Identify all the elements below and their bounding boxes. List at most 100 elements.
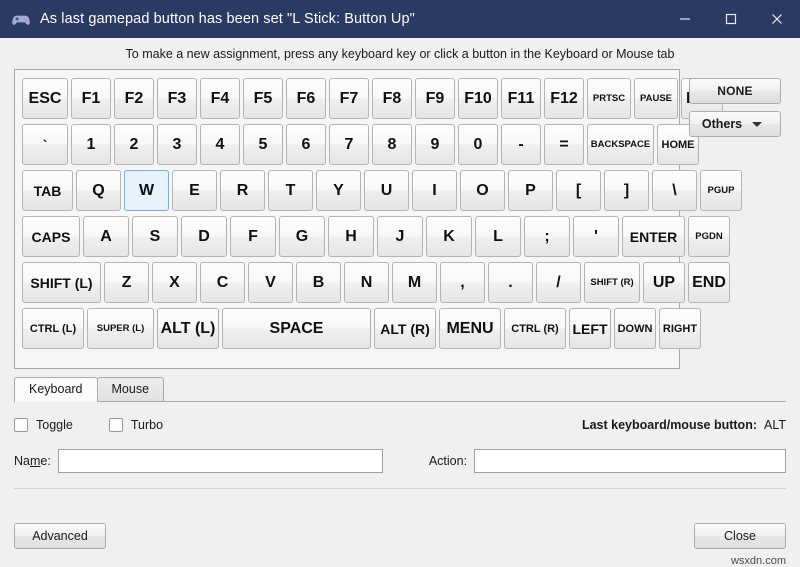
- key-c[interactable]: C: [200, 262, 245, 303]
- key-g[interactable]: G: [279, 216, 325, 257]
- key-alt-r[interactable]: ALT (R): [374, 308, 436, 349]
- key-f7[interactable]: F7: [329, 78, 369, 119]
- others-dropdown[interactable]: Others: [689, 111, 781, 137]
- key-[interactable]: .: [488, 262, 533, 303]
- key-enter[interactable]: ENTER: [622, 216, 685, 257]
- close-dialog-button[interactable]: Close: [694, 523, 786, 549]
- key-6[interactable]: 6: [286, 124, 326, 165]
- key-h[interactable]: H: [328, 216, 374, 257]
- key-s[interactable]: S: [132, 216, 178, 257]
- key-[interactable]: ,: [440, 262, 485, 303]
- key-u[interactable]: U: [364, 170, 409, 211]
- key-alt-l[interactable]: ALT (L): [157, 308, 219, 349]
- key-r[interactable]: R: [220, 170, 265, 211]
- advanced-button[interactable]: Advanced: [14, 523, 106, 549]
- key-f10[interactable]: F10: [458, 78, 498, 119]
- key-f1[interactable]: F1: [71, 78, 111, 119]
- key-b[interactable]: B: [296, 262, 341, 303]
- key-[interactable]: /: [536, 262, 581, 303]
- key-pgdn[interactable]: PGDN: [688, 216, 730, 257]
- key-caps[interactable]: CAPS: [22, 216, 80, 257]
- key-[interactable]: -: [501, 124, 541, 165]
- key-backspace[interactable]: BACKSPACE: [587, 124, 654, 165]
- key-m[interactable]: M: [392, 262, 437, 303]
- key-t[interactable]: T: [268, 170, 313, 211]
- key-f4[interactable]: F4: [200, 78, 240, 119]
- key-w[interactable]: W: [124, 170, 169, 211]
- key-f3[interactable]: F3: [157, 78, 197, 119]
- action-input[interactable]: [474, 449, 786, 473]
- toggle-checkbox-group[interactable]: Toggle: [14, 418, 73, 432]
- key-menu[interactable]: MENU: [439, 308, 501, 349]
- key-0[interactable]: 0: [458, 124, 498, 165]
- key-f[interactable]: F: [230, 216, 276, 257]
- key-f6[interactable]: F6: [286, 78, 326, 119]
- turbo-checkbox[interactable]: [108, 418, 123, 432]
- tab-keyboard[interactable]: Keyboard: [14, 377, 98, 402]
- key-o[interactable]: O: [460, 170, 505, 211]
- key-up[interactable]: UP: [643, 262, 685, 303]
- minimize-button[interactable]: [662, 0, 708, 38]
- key-l[interactable]: L: [475, 216, 521, 257]
- key-space[interactable]: SPACE: [222, 308, 371, 349]
- maximize-button[interactable]: [708, 0, 754, 38]
- key-8[interactable]: 8: [372, 124, 412, 165]
- key-[interactable]: ': [573, 216, 619, 257]
- key-f12[interactable]: F12: [544, 78, 584, 119]
- key-f8[interactable]: F8: [372, 78, 412, 119]
- key-f2[interactable]: F2: [114, 78, 154, 119]
- key-tab[interactable]: TAB: [22, 170, 73, 211]
- key-2[interactable]: 2: [114, 124, 154, 165]
- key-shift-r[interactable]: SHIFT (R): [584, 262, 640, 303]
- key-[interactable]: ;: [524, 216, 570, 257]
- key-pgup[interactable]: PGUP: [700, 170, 742, 211]
- key-3[interactable]: 3: [157, 124, 197, 165]
- key-super-l[interactable]: SUPER (L): [87, 308, 154, 349]
- key-shift-l[interactable]: SHIFT (L): [22, 262, 101, 303]
- key-ctrl-l[interactable]: CTRL (L): [22, 308, 84, 349]
- key-end[interactable]: END: [688, 262, 730, 303]
- key-f9[interactable]: F9: [415, 78, 455, 119]
- key-k[interactable]: K: [426, 216, 472, 257]
- key-7[interactable]: 7: [329, 124, 369, 165]
- tab-mouse[interactable]: Mouse: [96, 377, 165, 401]
- key-q[interactable]: Q: [76, 170, 121, 211]
- key-p[interactable]: P: [508, 170, 553, 211]
- key-d[interactable]: D: [181, 216, 227, 257]
- key-[interactable]: \: [652, 170, 697, 211]
- key-j[interactable]: J: [377, 216, 423, 257]
- key-[interactable]: =: [544, 124, 584, 165]
- key-[interactable]: [: [556, 170, 601, 211]
- key-[interactable]: ]: [604, 170, 649, 211]
- key-5[interactable]: 5: [243, 124, 283, 165]
- key-f5[interactable]: F5: [243, 78, 283, 119]
- key-down[interactable]: DOWN: [614, 308, 656, 349]
- key-pause[interactable]: PAUSE: [634, 78, 678, 119]
- key-right[interactable]: RIGHT: [659, 308, 701, 349]
- key-f11[interactable]: F11: [501, 78, 541, 119]
- key-[interactable]: `: [22, 124, 68, 165]
- key-prtsc[interactable]: PRTSC: [587, 78, 631, 119]
- none-button[interactable]: NONE: [689, 78, 781, 104]
- key-ctrl-r[interactable]: CTRL (R): [504, 308, 566, 349]
- key-1[interactable]: 1: [71, 124, 111, 165]
- key-y[interactable]: Y: [316, 170, 361, 211]
- key-n[interactable]: N: [344, 262, 389, 303]
- action-label: Action:: [428, 454, 468, 468]
- virtual-keyboard[interactable]: ESC F1 F2 F3 F4 F5 F6 F7 F8 F9 F10 F11 F12 PRTSC PAUSE…: [14, 69, 742, 369]
- key-z[interactable]: Z: [104, 262, 149, 303]
- key-e[interactable]: E: [172, 170, 217, 211]
- name-input[interactable]: [57, 449, 383, 473]
- turbo-checkbox-group[interactable]: Turbo: [108, 418, 164, 432]
- turbo-label: Turbo: [130, 418, 164, 432]
- key-x[interactable]: X: [152, 262, 197, 303]
- key-4[interactable]: 4: [200, 124, 240, 165]
- key-left[interactable]: LEFT: [569, 308, 611, 349]
- key-esc[interactable]: ESC: [22, 78, 68, 119]
- key-i[interactable]: I: [412, 170, 457, 211]
- key-v[interactable]: V: [248, 262, 293, 303]
- key-9[interactable]: 9: [415, 124, 455, 165]
- key-a[interactable]: A: [83, 216, 129, 257]
- close-button[interactable]: [754, 0, 800, 38]
- toggle-checkbox[interactable]: [14, 418, 28, 432]
